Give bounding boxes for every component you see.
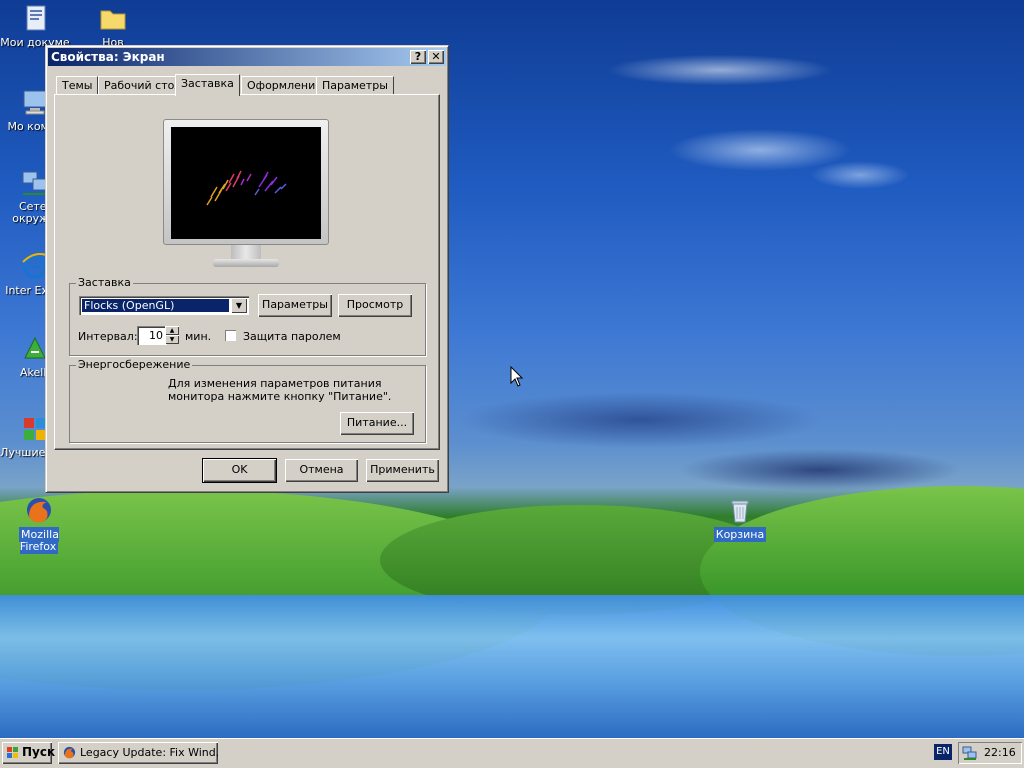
clock[interactable]: 22:16 [984, 742, 1016, 764]
apply-button[interactable]: Применить [366, 459, 439, 482]
start-button[interactable]: Пуск [2, 742, 56, 764]
ok-button[interactable]: OK [202, 458, 277, 483]
desktop-icon-firefox[interactable]: Mozilla Firefox [0, 494, 78, 554]
close-button[interactable]: ✕ [428, 50, 444, 64]
power-description: Для изменения параметров питания монитор… [168, 377, 392, 403]
interval-spinner[interactable]: ▲ ▼ [165, 326, 179, 345]
flocks-preview-graphic [206, 170, 287, 206]
screensaver-preview-button[interactable]: Просмотр [338, 294, 412, 317]
start-label: Пуск [22, 745, 56, 759]
screensaver-tab-panel: Заставка Flocks (OpenGL) ▼ Параметры Про… [54, 94, 440, 450]
tab-appearance[interactable]: Оформление [241, 76, 328, 95]
power-group: Энергосбережение Для изменения параметро… [69, 358, 426, 443]
power-button[interactable]: Питание... [340, 412, 414, 435]
help-button[interactable]: ? [410, 50, 426, 64]
folder-icon [100, 10, 126, 30]
taskbar-item-label: Legacy Update: Fix Wind... [80, 746, 218, 759]
taskbar-item-firefox[interactable]: Legacy Update: Fix Wind... [58, 742, 218, 764]
desktop-icon-label: Корзина [713, 527, 767, 542]
cancel-button[interactable]: Отмена [285, 459, 358, 482]
power-group-label: Энергосбережение [76, 358, 193, 371]
display-properties-dialog: Свойства: Экран ? ✕ Темы Рабочий стол За… [45, 45, 449, 493]
firefox-icon [27, 498, 51, 523]
chevron-down-icon[interactable]: ▼ [231, 298, 247, 313]
interval-label: Интервал: [78, 330, 138, 343]
lake [0, 595, 1024, 738]
dialog-titlebar[interactable]: Свойства: Экран ? ✕ [48, 48, 446, 66]
my-documents-icon [26, 5, 46, 31]
system-tray: 22:16 [958, 742, 1022, 764]
mouse-cursor-icon [510, 366, 524, 387]
monitor-frame [163, 119, 329, 245]
spin-up-icon[interactable]: ▲ [165, 326, 179, 335]
monitor-neck [231, 245, 261, 259]
language-indicator[interactable]: EN [934, 744, 952, 760]
firefox-icon [63, 746, 76, 759]
spin-down-icon[interactable]: ▼ [165, 335, 179, 344]
screensaver-settings-button[interactable]: Параметры [258, 294, 332, 317]
tab-settings[interactable]: Параметры [316, 76, 394, 95]
interval-input[interactable]: 10 [137, 326, 167, 345]
interval-unit: мин. [185, 330, 212, 343]
monitor-base [213, 259, 279, 267]
screensaver-select-value: Flocks (OpenGL) [82, 299, 229, 312]
recycle-bin-icon [731, 500, 749, 523]
screensaver-preview [171, 127, 321, 239]
desktop-icon-label: Mozilla Firefox [19, 527, 59, 554]
tab-desktop[interactable]: Рабочий стол [98, 76, 188, 95]
desktop-icon-folder[interactable]: Нов [74, 2, 152, 49]
windows-flag-icon [7, 747, 18, 758]
dialog-title: Свойства: Экран [51, 50, 165, 64]
desktop-icon-my-documents[interactable]: Мои докуме [0, 2, 74, 49]
tab-screensaver[interactable]: Заставка [175, 74, 240, 96]
network-tray-icon[interactable] [962, 745, 978, 761]
tab-themes[interactable]: Темы [56, 76, 99, 95]
password-checkbox[interactable] [225, 330, 236, 341]
password-label: Защита паролем [243, 330, 341, 343]
desktop-icon-recycle-bin[interactable]: Корзина [701, 494, 779, 542]
screensaver-select[interactable]: Flocks (OpenGL) ▼ [79, 296, 249, 315]
taskbar: Пуск Legacy Update: Fix Wind... EN 22:16 [0, 738, 1024, 768]
screensaver-group-label: Заставка [76, 276, 133, 289]
screensaver-group: Заставка Flocks (OpenGL) ▼ Параметры Про… [69, 276, 426, 356]
monitor-preview [163, 119, 329, 271]
